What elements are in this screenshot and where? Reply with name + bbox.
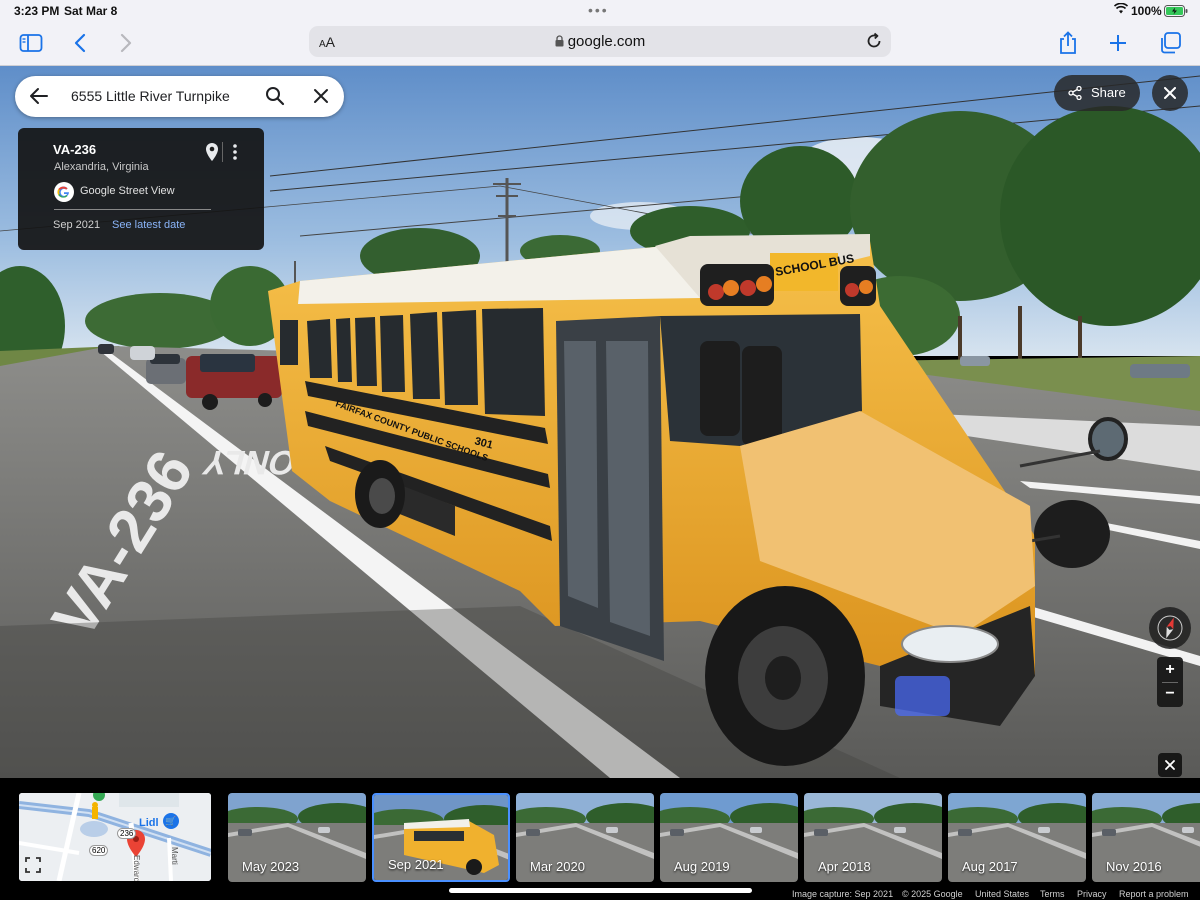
browser-toolbar: AAAA google.com xyxy=(0,22,1200,66)
timeline-date-label: Sep 2021 xyxy=(388,857,444,872)
google-logo-icon xyxy=(54,182,74,202)
clock: 3:23 PM xyxy=(14,4,60,18)
poi-label: Lidl xyxy=(139,817,159,829)
mini-map[interactable]: Lidl 🛒 236 620 Edward Marti xyxy=(19,793,211,881)
footer-terms-link[interactable]: Terms xyxy=(1040,889,1065,899)
compass-icon xyxy=(1157,615,1183,641)
compass-button[interactable] xyxy=(1149,607,1191,649)
reload-icon[interactable] xyxy=(865,32,883,55)
location-info-card: VA-236 Alexandria, Virginia Google Stree… xyxy=(18,128,264,250)
close-icon xyxy=(1164,87,1176,99)
timeline-strip: Lidl 🛒 236 620 Edward Marti May 2023 Sep … xyxy=(0,778,1200,900)
more-options-icon[interactable] xyxy=(230,142,240,167)
wifi-icon xyxy=(1113,2,1129,17)
zoom-out-button[interactable]: − xyxy=(1157,683,1183,705)
search-bar[interactable]: 6555 Little River Turnpike xyxy=(15,76,344,117)
back-arrow-icon[interactable] xyxy=(27,84,51,113)
footer-copyright: © 2025 Google xyxy=(902,889,963,899)
clear-search-icon[interactable] xyxy=(310,85,332,112)
status-bar: 3:23 PM Sat Mar 8 ••• 100% xyxy=(0,0,1200,22)
divider xyxy=(54,209,211,210)
footer-capture: Image capture: Sep 2021 xyxy=(792,889,894,899)
home-indicator[interactable] xyxy=(449,888,752,893)
close-street-view-button[interactable] xyxy=(1152,75,1188,111)
forward-icon[interactable] xyxy=(113,30,139,56)
zoom-in-button[interactable]: + xyxy=(1157,659,1183,681)
close-icon xyxy=(1165,760,1175,770)
date: Sat Mar 8 xyxy=(64,4,118,18)
battery-icon xyxy=(1164,5,1188,20)
shopping-cart-icon: 🛒 xyxy=(163,813,179,829)
timeline-thumbnail[interactable]: Aug 2017 xyxy=(948,793,1086,882)
timeline-date-label: Mar 2020 xyxy=(530,859,585,874)
timeline-date-label: Nov 2016 xyxy=(1106,859,1162,874)
share-icon xyxy=(1068,85,1082,103)
timeline-thumbnail[interactable]: Mar 2020 xyxy=(516,793,654,882)
timeline-date-label: Aug 2019 xyxy=(674,859,730,874)
lock-icon xyxy=(555,34,564,51)
timeline-thumbnail[interactable]: Nov 2016 xyxy=(1092,793,1200,882)
divider xyxy=(222,142,223,162)
footer-privacy-link[interactable]: Privacy xyxy=(1077,889,1107,899)
share-button[interactable]: Share xyxy=(1054,75,1140,111)
footer-country-link[interactable]: United States xyxy=(975,889,1029,899)
see-latest-date-link[interactable]: See latest date xyxy=(112,219,185,231)
route-shield: 236 xyxy=(117,828,137,839)
sidebar-icon[interactable] xyxy=(18,30,44,56)
timeline-date-label: Aug 2017 xyxy=(962,859,1018,874)
close-timeline-button[interactable] xyxy=(1158,753,1182,777)
zoom-control: + − xyxy=(1157,657,1183,707)
tabs-overview-icon[interactable] xyxy=(1157,30,1183,56)
share-sheet-icon[interactable] xyxy=(1055,30,1081,56)
timeline-thumbnail[interactable]: Apr 2018 xyxy=(804,793,942,882)
location-title: VA-236 xyxy=(53,142,97,157)
timeline-date-label: May 2023 xyxy=(242,859,300,874)
url-text: google.com xyxy=(567,33,646,50)
capture-date: Sep 2021 xyxy=(53,219,101,231)
share-label: Share xyxy=(1091,85,1126,100)
timeline-thumbnail[interactable]: Aug 2019 xyxy=(660,793,798,882)
expand-map-icon[interactable] xyxy=(25,857,41,878)
route-shield: 620 xyxy=(89,845,109,856)
address-bar[interactable]: AAAA google.com xyxy=(309,26,891,57)
location-pin-icon[interactable] xyxy=(205,142,219,167)
footer-report-link[interactable]: Report a problem xyxy=(1119,889,1189,899)
search-icon[interactable] xyxy=(264,85,286,112)
road-label: Edward xyxy=(132,855,141,881)
back-icon[interactable] xyxy=(67,30,93,56)
multitasking-dots-icon[interactable]: ••• xyxy=(588,2,609,18)
road-label: Marti xyxy=(170,847,179,865)
road-marking-only: ONLY xyxy=(199,443,300,480)
search-query[interactable]: 6555 Little River Turnpike xyxy=(71,88,230,104)
timeline-date-label: Apr 2018 xyxy=(818,859,871,874)
timeline-thumbnail[interactable]: May 2023 xyxy=(228,793,366,882)
battery-percent: 100% xyxy=(1131,4,1162,18)
location-subtitle: Alexandria, Virginia xyxy=(54,161,149,173)
source-label: Google Street View xyxy=(80,185,175,197)
timeline-thumbnail[interactable]: Sep 2021 xyxy=(372,793,510,882)
new-tab-icon[interactable] xyxy=(1105,30,1131,56)
